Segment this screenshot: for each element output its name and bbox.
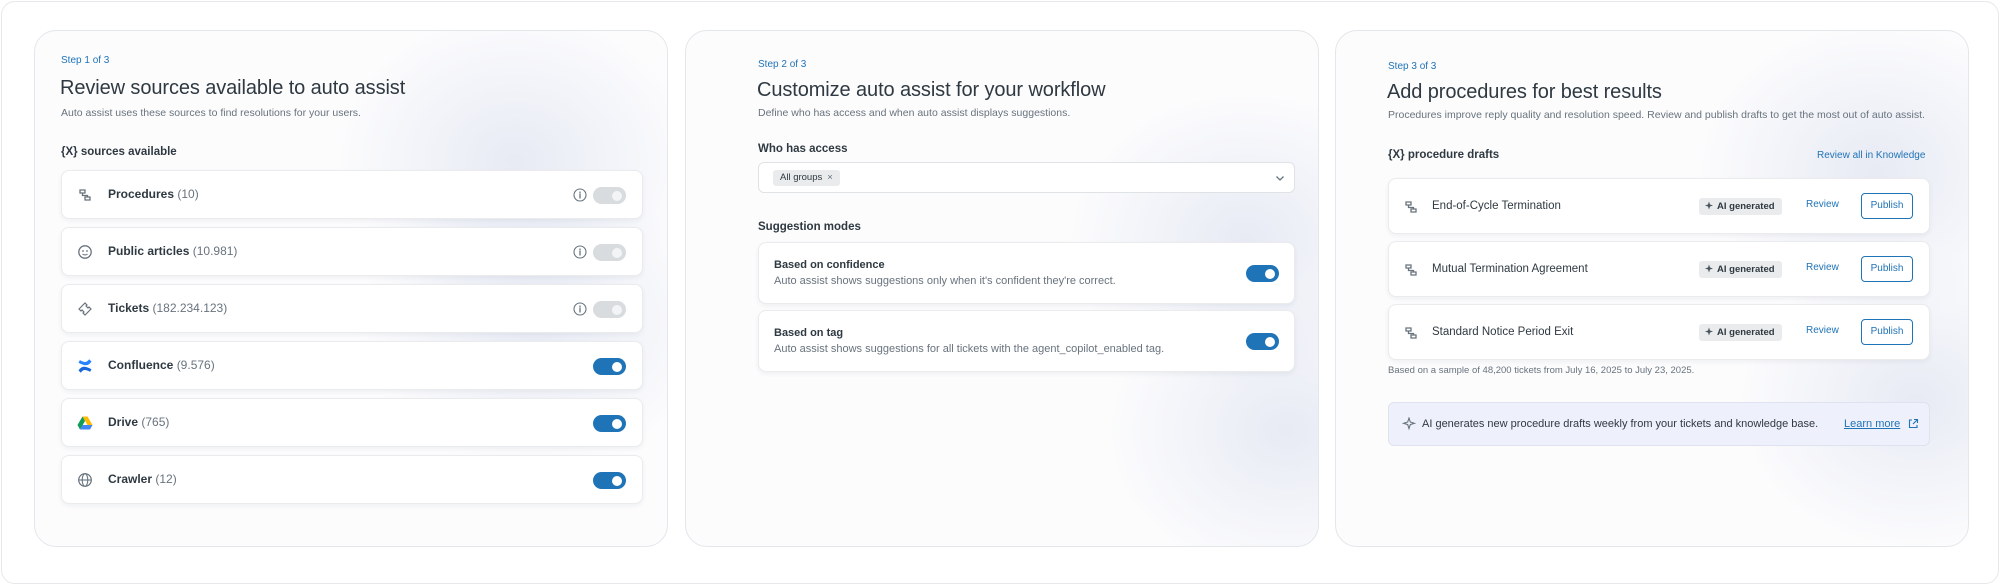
procedure-icon: [1405, 201, 1417, 213]
chevron-down-icon[interactable]: [1274, 172, 1286, 184]
confluence-icon: [78, 359, 92, 373]
source-row-procedures: Procedures (10): [61, 170, 643, 219]
source-toggle-confluence[interactable]: [593, 358, 626, 375]
mode-title: Based on confidence: [774, 259, 885, 271]
draft-name[interactable]: Mutual Termination Agreement: [1432, 263, 1588, 275]
step-label: Step 3 of 3: [1388, 61, 1437, 72]
info-icon[interactable]: [573, 245, 587, 259]
review-button[interactable]: Review: [1806, 199, 1839, 210]
ai-generated-badge: AI generated: [1699, 324, 1782, 341]
publish-button[interactable]: Publish: [1861, 319, 1913, 345]
sparkle-icon: [1705, 327, 1713, 336]
page-subtitle: Procedures improve reply quality and res…: [1388, 109, 1925, 121]
info-icon[interactable]: [573, 188, 587, 202]
source-name: Crawler: [108, 472, 153, 486]
banner-text: AI generates new procedure drafts weekly…: [1422, 418, 1819, 430]
sources-count-heading: {X} sources available: [61, 146, 177, 158]
suggestion-modes-label: Suggestion modes: [758, 221, 861, 233]
step-1-panel: Step 1 of 3 Review sources available to …: [34, 30, 668, 547]
step-3-panel: Step 3 of 3 Add procedures for best resu…: [1335, 30, 1969, 547]
globe-icon: [78, 473, 92, 487]
procedure-icon: [79, 189, 91, 201]
step-label: Step 1 of 3: [61, 55, 110, 66]
draft-name[interactable]: End-of-Cycle Termination: [1432, 200, 1561, 212]
info-icon[interactable]: [573, 302, 587, 316]
source-row-public-articles: Public articles (10.981): [61, 227, 643, 276]
sample-note: Based on a sample of 48,200 tickets from…: [1388, 365, 1695, 376]
access-groups-select[interactable]: All groups ×: [758, 162, 1295, 193]
page-subtitle: Define who has access and when auto assi…: [758, 107, 1071, 119]
draft-row: Mutual Termination Agreement AI generate…: [1388, 241, 1930, 297]
ai-info-banner: AI generates new procedure drafts weekly…: [1388, 402, 1930, 446]
source-count: (9.576): [176, 358, 215, 372]
source-name: Drive: [108, 415, 139, 429]
source-name: Confluence: [108, 358, 174, 372]
source-name: Public articles: [108, 244, 190, 258]
procedure-icon: [1405, 327, 1417, 339]
mode-title: Based on tag: [774, 327, 844, 339]
page-subtitle: Auto assist uses these sources to find r…: [61, 107, 361, 119]
source-row-confluence: Confluence (9.576): [61, 341, 643, 390]
mode-description: Auto assist shows suggestions only when …: [774, 275, 1116, 287]
page-title: Customize auto assist for your workflow: [757, 79, 1106, 101]
group-tag: All groups ×: [773, 170, 840, 186]
app-frame: Step 1 of 3 Review sources available to …: [1, 1, 1999, 584]
step-2-panel: Step 2 of 3 Customize auto assist for yo…: [685, 30, 1319, 547]
mode-row-tag: Based on tag Auto assist shows suggestio…: [758, 310, 1295, 372]
source-count: (12): [155, 472, 177, 486]
source-count: (10.981): [192, 244, 238, 258]
source-toggle-procedures[interactable]: [593, 187, 626, 204]
sparkle-icon: [1705, 264, 1713, 273]
source-toggle-crawler[interactable]: [593, 472, 626, 489]
mode-row-confidence: Based on confidence Auto assist shows su…: [758, 242, 1295, 304]
drafts-count-heading: {X} procedure drafts: [1388, 149, 1500, 161]
sparkle-icon: [1705, 201, 1713, 210]
mode-description: Auto assist shows suggestions for all ti…: [774, 343, 1165, 355]
source-row-crawler: Crawler (12): [61, 455, 643, 504]
source-count: (10): [177, 187, 199, 201]
review-all-link[interactable]: Review all in Knowledge: [1817, 150, 1925, 161]
remove-tag-icon[interactable]: ×: [827, 172, 833, 183]
source-count: (765): [141, 415, 170, 429]
step-label: Step 2 of 3: [758, 59, 807, 70]
sparkle-icon: [1402, 417, 1416, 431]
source-name: Procedures: [108, 187, 175, 201]
source-count: (182.234.123): [152, 301, 228, 315]
publish-button[interactable]: Publish: [1861, 256, 1913, 282]
review-button[interactable]: Review: [1806, 262, 1839, 273]
drive-icon: [77, 416, 93, 430]
source-toggle-tickets[interactable]: [593, 301, 626, 318]
draft-row: End-of-Cycle Termination AI generated Re…: [1388, 178, 1930, 234]
source-toggle-drive[interactable]: [593, 415, 626, 432]
group-tag-label: All groups: [780, 172, 823, 183]
learn-more-link[interactable]: Learn more: [1844, 418, 1900, 430]
page-title: Review sources available to auto assist: [60, 77, 406, 99]
draft-row: Standard Notice Period Exit AI generated…: [1388, 304, 1930, 360]
mode-toggle-confidence[interactable]: [1246, 265, 1279, 282]
draft-name[interactable]: Standard Notice Period Exit: [1432, 326, 1573, 338]
access-label: Who has access: [758, 143, 848, 155]
page-title: Add procedures for best results: [1387, 81, 1662, 103]
source-row-drive: Drive (765): [61, 398, 643, 447]
publish-button[interactable]: Publish: [1861, 193, 1913, 219]
review-button[interactable]: Review: [1806, 325, 1839, 336]
ai-generated-badge: AI generated: [1699, 261, 1782, 278]
procedure-icon: [1405, 264, 1417, 276]
ticket-icon: [78, 302, 92, 316]
ai-generated-badge: AI generated: [1699, 198, 1782, 215]
article-icon: [78, 245, 92, 259]
mode-toggle-tag[interactable]: [1246, 333, 1279, 350]
external-link-icon[interactable]: [1908, 418, 1919, 429]
source-toggle-public-articles[interactable]: [593, 244, 626, 261]
source-name: Tickets: [108, 301, 150, 315]
source-row-tickets: Tickets (182.234.123): [61, 284, 643, 333]
